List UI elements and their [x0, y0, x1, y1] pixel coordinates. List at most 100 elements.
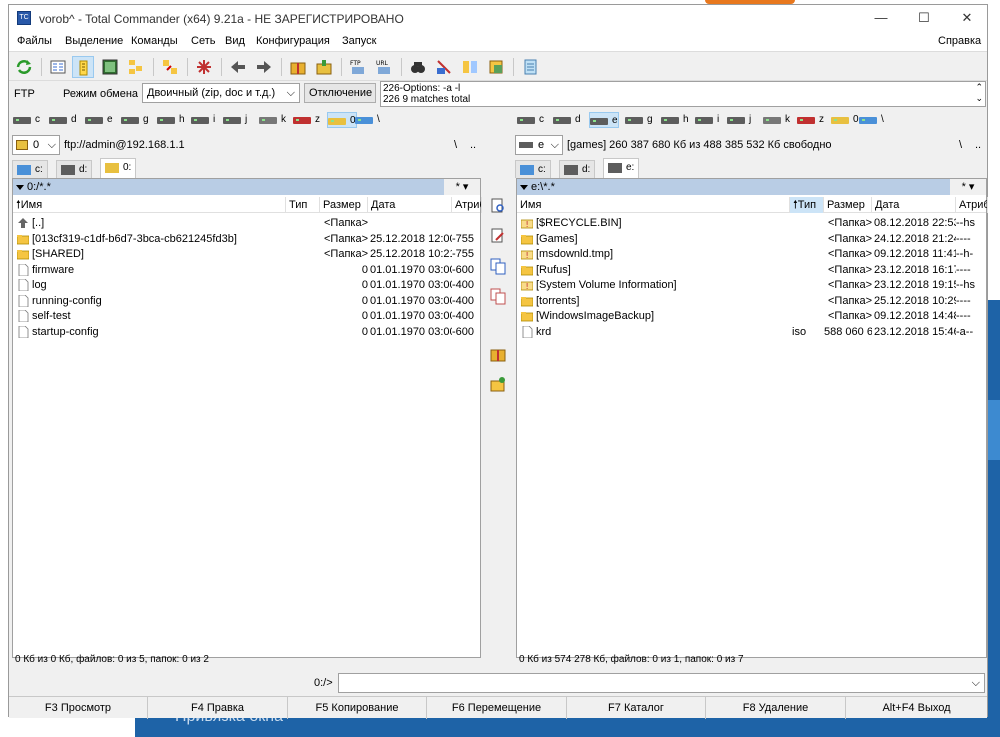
maximize-button[interactable]: ☐ [909, 9, 939, 27]
title-bar[interactable]: TC vorob^ - Total Commander (x64) 9.21a … [9, 5, 987, 31]
menu-configuration[interactable]: Конфигурация [256, 35, 330, 47]
notepad-icon[interactable] [519, 56, 541, 78]
file-row[interactable]: [Rufus] <Папка> 23.12.2018 16:17 ---- [517, 263, 986, 278]
tab-d[interactable]: d: [559, 160, 596, 178]
close-button[interactable]: ✕ [952, 9, 982, 27]
drive-button-j[interactable]: j [727, 112, 751, 128]
multi-rename-icon[interactable] [433, 56, 455, 78]
right-drive-select[interactable]: e ⌵ [515, 135, 563, 155]
minimize-button[interactable]: — [866, 9, 896, 27]
f3-view-button[interactable]: F3 Просмотр [9, 697, 148, 719]
tab-0[interactable]: 0: [100, 158, 137, 178]
brief-view-icon[interactable] [47, 56, 69, 78]
right-up-button[interactable]: .. [975, 139, 981, 151]
url-connect-icon[interactable]: URL [373, 56, 395, 78]
menu-files[interactable]: Файлы [17, 35, 52, 47]
menu-help[interactable]: Справка [938, 35, 981, 47]
ftp-connect-icon[interactable]: FTP [347, 56, 369, 78]
file-row[interactable]: ! [$RECYCLE.BIN] <Папка> 08.12.2018 22:53 --… [517, 216, 986, 231]
alt-f4-exit-button[interactable]: Alt+F4 Выход [846, 697, 987, 719]
drive-button-h[interactable]: h [157, 112, 185, 128]
forward-arrow-icon[interactable] [253, 56, 275, 78]
drive-button-h[interactable]: h [661, 112, 689, 128]
file-row[interactable]: ! [System Volume Information] <Папка> 23.12… [517, 278, 986, 293]
full-view-icon[interactable] [72, 56, 94, 78]
drive-button-c[interactable]: c [13, 112, 40, 128]
transfer-mode-select[interactable]: Двоичный (zip, doc и т.д.) ⌵ [142, 83, 300, 103]
file-row[interactable]: self-test 0 01.01.1970 03:00 -400 [13, 309, 480, 324]
unpack-icon[interactable] [313, 56, 335, 78]
file-row[interactable]: ! [msdownld.tmp] <Папка> 09.12.2018 11:41 --… [517, 247, 986, 262]
file-row[interactable]: startup-config 0 01.01.1970 03:00 -600 [13, 325, 480, 340]
drive-button-g[interactable]: g [121, 112, 149, 128]
f7-mkdir-button[interactable]: F7 Каталог [567, 697, 706, 719]
pack-icon[interactable] [489, 345, 507, 363]
drive-button-network[interactable]: \ [355, 112, 380, 128]
drive-button-z[interactable]: z [293, 112, 320, 128]
drive-button-z[interactable]: z [797, 112, 824, 128]
column-type[interactable]: Тип [286, 197, 320, 213]
left-up-button[interactable]: .. [470, 139, 476, 151]
file-row[interactable]: [Games] <Папка> 24.12.2018 21:24 ---- [517, 232, 986, 247]
column-size[interactable]: Размер [320, 197, 368, 213]
new-folder-icon[interactable] [489, 375, 507, 393]
drive-button-i[interactable]: i [695, 112, 719, 128]
right-filter-button[interactable]: * ▾ [950, 179, 986, 195]
disconnect-button[interactable]: Отключение [304, 83, 376, 103]
left-panel-header[interactable]: 0:/*.* * ▾ [13, 179, 480, 195]
left-drive-select[interactable]: 0 ⌵ [12, 135, 60, 155]
f4-edit-button[interactable]: F4 Правка [148, 697, 288, 719]
drive-button-i[interactable]: i [191, 112, 215, 128]
column-attr[interactable]: Атриб [956, 197, 988, 213]
sync-dirs-icon[interactable] [459, 56, 481, 78]
compare-icon[interactable] [159, 56, 181, 78]
right-root-button[interactable]: \ [959, 139, 962, 151]
file-row[interactable]: log 0 01.01.1970 03:00 -400 [13, 278, 480, 293]
drive-button-network[interactable]: \ [859, 112, 884, 128]
menu-selection[interactable]: Выделение [65, 35, 123, 47]
column-name[interactable]: Имя [517, 197, 790, 213]
column-size[interactable]: Размер [824, 197, 872, 213]
scroll-up-icon[interactable]: ⌃ [975, 82, 983, 93]
file-row[interactable]: [..] <Папка> [13, 216, 480, 231]
right-file-panel[interactable]: e:\*.* * ▾ Имя 🠕Тип Размер Дата Атриб ! [… [516, 178, 988, 658]
file-row[interactable]: krd iso 588 060 67223.12.2018 15:46-a-- [517, 325, 986, 340]
f8-delete-button[interactable]: F8 Удаление [706, 697, 846, 719]
tree-view-icon[interactable] [125, 56, 147, 78]
copy-names-icon[interactable] [485, 56, 507, 78]
drive-button-e[interactable]: e [589, 112, 619, 128]
drive-button-0[interactable]: 0 [831, 112, 859, 128]
pack-icon[interactable] [287, 56, 309, 78]
view-file-icon[interactable] [489, 197, 507, 215]
left-file-panel[interactable]: 0:/*.* * ▾ 🠕Имя Тип Размер Дата Атриб [.… [12, 178, 482, 658]
tab-d[interactable]: d: [56, 160, 93, 178]
find-files-icon[interactable] [407, 56, 429, 78]
column-date[interactable]: Дата [872, 197, 956, 213]
scroll-down-icon[interactable]: ⌄ [975, 93, 983, 104]
menu-start[interactable]: Запуск [342, 35, 376, 47]
edit-file-icon[interactable] [489, 227, 507, 245]
file-row[interactable]: [torrents] <Папка> 25.12.2018 10:29 ---- [517, 294, 986, 309]
back-arrow-icon[interactable] [227, 56, 249, 78]
drive-button-d[interactable]: d [49, 112, 77, 128]
tab-c[interactable]: c: [12, 160, 48, 178]
file-row[interactable]: firmware 0 01.01.1970 03:00 -600 [13, 263, 480, 278]
select-icon[interactable] [193, 56, 215, 78]
tab-c[interactable]: c: [515, 160, 551, 178]
drive-button-j[interactable]: j [223, 112, 247, 128]
file-row[interactable]: [WindowsImageBackup] <Папка> 09.12.2018 14… [517, 309, 986, 324]
f5-copy-button[interactable]: F5 Копирование [288, 697, 427, 719]
drive-button-k[interactable]: k [763, 112, 790, 128]
column-type[interactable]: 🠕Тип [790, 197, 824, 213]
left-root-button[interactable]: \ [454, 139, 457, 151]
file-row[interactable]: [SHARED] <Папка> 25.12.2018 10:21 -755 [13, 247, 480, 262]
right-panel-header[interactable]: e:\*.* * ▾ [517, 179, 986, 195]
file-row[interactable]: [013cf319-c1df-b6d7-3bca-cb621245fd3b] <П… [13, 232, 480, 247]
ftp-log[interactable]: 226-Options: -a -l 226 9 matches total ⌃… [380, 81, 986, 107]
drive-button-g[interactable]: g [625, 112, 653, 128]
drive-button-c[interactable]: c [517, 112, 544, 128]
tab-e[interactable]: e: [603, 158, 640, 178]
drive-button-0[interactable]: 0 [327, 112, 357, 128]
column-date[interactable]: Дата [368, 197, 452, 213]
column-attr[interactable]: Атриб [452, 197, 482, 213]
